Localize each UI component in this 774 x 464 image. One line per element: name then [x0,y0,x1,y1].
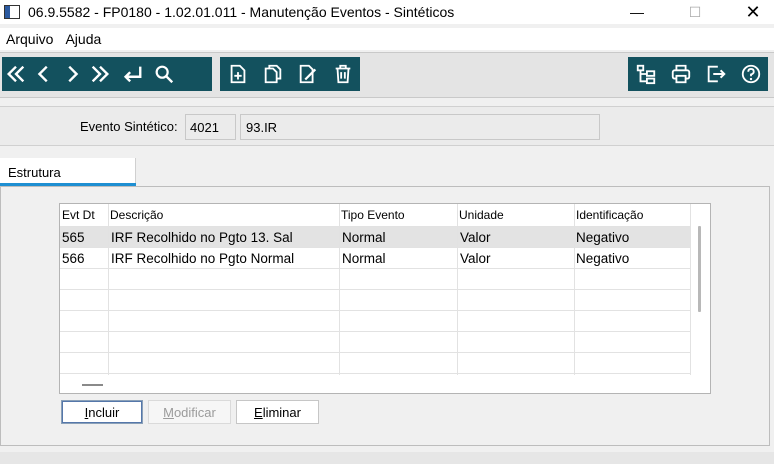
tab-estrutura-label: Estrutura [8,165,61,180]
first-icon [6,65,25,83]
window-title: 06.9.5582 - FP0180 - 1.02.01.011 - Manut… [28,4,455,20]
eliminar-label: liminar [262,404,301,420]
tree-button[interactable] [632,57,660,91]
grid-header: Evt Dt Descrição Tipo Evento Unidade Ide… [60,204,700,225]
modificar-mnemonic: M [163,404,174,420]
tab-estrutura[interactable]: Estrutura [0,158,136,186]
cell-evt-dt: 565 [62,230,85,245]
status-bar [0,452,774,464]
table-row-divider [60,373,690,375]
horizontal-scrollbar[interactable] [82,384,103,386]
cell-tipo-evento: Normal [342,251,386,266]
column-divider [339,204,340,375]
delete-icon [335,64,350,84]
menu-bar: Arquivo Ajuda [0,28,774,50]
print-icon [671,64,690,84]
record-toolbar [220,57,360,91]
column-divider [690,204,691,375]
navigation-toolbar [2,57,212,91]
incluir-label: ncluir [88,404,120,420]
new-record-button[interactable] [224,57,252,91]
modificar-button[interactable]: Modificar [148,400,231,424]
evento-description-field[interactable]: 93.IR [240,114,600,140]
help-icon [741,64,760,84]
help-button[interactable] [737,57,765,91]
search-button[interactable] [150,57,178,91]
header-panel: Evento Sintético: 4021 93.IR [0,106,774,146]
print-button[interactable] [667,57,695,91]
copy-record-button[interactable] [259,57,287,91]
eventos-grid[interactable]: Evt Dt Descrição Tipo Evento Unidade Ide… [59,203,711,394]
tree-icon [636,64,655,85]
title-bar: 06.9.5582 - FP0180 - 1.02.01.011 - Manut… [0,0,774,24]
enter-button[interactable] [114,57,150,91]
table-row-empty[interactable] [60,310,690,331]
close-button[interactable]: ✕ [730,0,774,24]
minimize-button[interactable]: — [614,0,660,24]
column-header-unidade[interactable]: Unidade [459,208,504,222]
column-header-identificacao[interactable]: Identificação [576,208,643,222]
incluir-button[interactable]: Incluir [61,400,143,424]
toolbar [0,52,774,98]
table-row-empty[interactable] [60,331,690,352]
new-icon [230,64,245,84]
eliminar-mnemonic: E [254,404,263,420]
search-icon [155,65,174,84]
cell-evt-dt: 566 [62,251,85,266]
maximize-button[interactable]: ☐ [672,0,718,24]
cell-identificacao: Negativo [576,251,630,266]
previous-icon [37,65,48,83]
column-header-tipo-evento[interactable]: Tipo Evento [341,208,405,222]
menu-ajuda[interactable]: Ajuda [59,31,107,47]
next-record-button[interactable] [58,57,86,91]
last-record-button[interactable] [86,57,114,91]
column-divider [574,204,575,375]
column-header-descricao[interactable]: Descrição [110,208,163,222]
table-row[interactable]: 566 IRF Recolhido no Pgto Normal Normal … [60,247,690,268]
edit-icon [299,64,316,84]
copy-icon [264,64,281,84]
table-row-empty[interactable] [60,268,690,289]
edit-record-button[interactable] [294,57,322,91]
cell-descricao: IRF Recolhido no Pgto 13. Sal [111,230,293,245]
cell-unidade: Valor [460,230,491,245]
exit-button[interactable] [702,57,730,91]
menu-arquivo[interactable]: Arquivo [0,31,59,47]
delete-record-button[interactable] [329,57,357,91]
evento-sintetico-label: Evento Sintético: [80,119,178,134]
cell-unidade: Valor [460,251,491,266]
exit-icon [707,65,726,83]
table-row[interactable]: 565 IRF Recolhido no Pgto 13. Sal Normal… [60,226,690,247]
first-record-button[interactable] [2,57,30,91]
utility-toolbar [628,57,768,91]
next-icon [68,65,79,83]
app-icon [4,5,20,19]
cell-descricao: IRF Recolhido no Pgto Normal [111,251,295,266]
cell-tipo-evento: Normal [342,230,386,245]
cell-identificacao: Negativo [576,230,630,245]
last-icon [91,65,110,83]
previous-record-button[interactable] [30,57,58,91]
modificar-label: odificar [173,404,216,420]
column-divider [108,204,109,375]
vertical-scrollbar[interactable] [698,226,701,312]
eliminar-button[interactable]: Eliminar [236,400,319,424]
table-row-empty[interactable] [60,289,690,310]
evento-code-field[interactable]: 4021 [185,114,236,140]
column-divider [457,204,458,375]
enter-icon [123,66,142,83]
table-row-empty[interactable] [60,352,690,373]
column-header-evt-dt[interactable]: Evt Dt [62,208,95,222]
